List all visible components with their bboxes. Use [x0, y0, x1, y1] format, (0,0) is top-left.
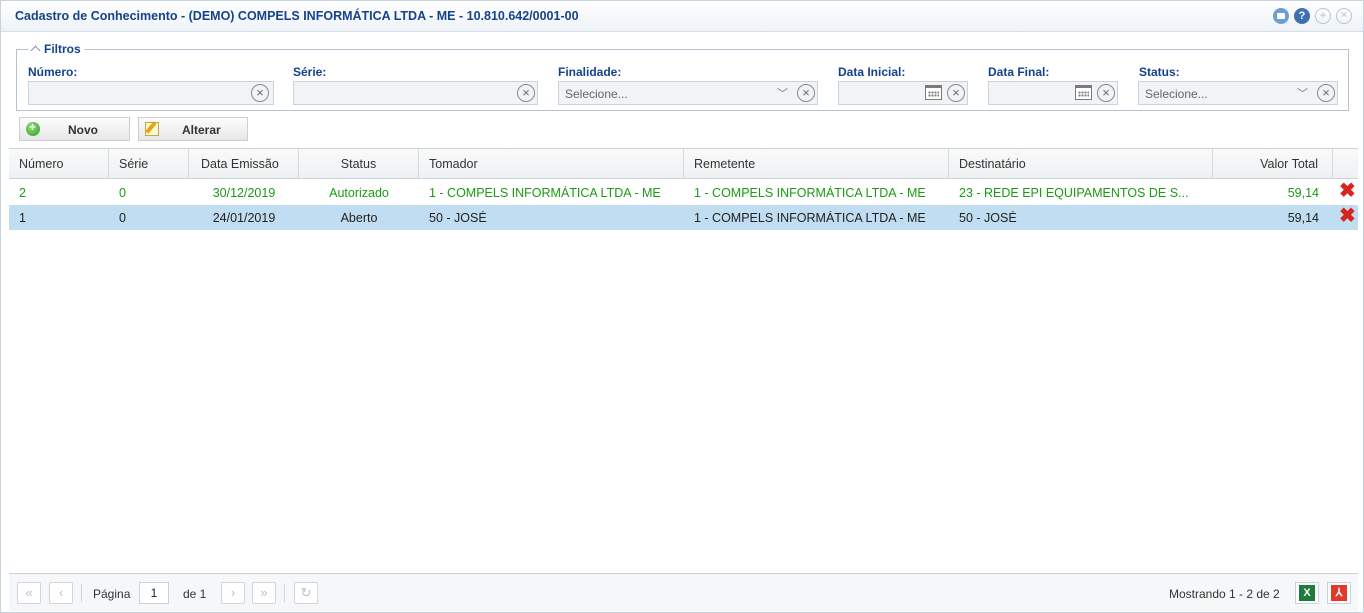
column-header-data-emissao[interactable]: Data Emissão	[189, 149, 299, 179]
column-header-destinatario[interactable]: Destinatário	[949, 149, 1213, 179]
grid-header: Número Série Data Emissão Status Tomador…	[9, 149, 1358, 179]
numero-input[interactable]	[28, 81, 274, 105]
records-summary: Mostrando 1 - 2 de 2	[1169, 587, 1280, 601]
clear-serie-icon[interactable]: ×	[517, 84, 535, 102]
cell-valor-total: 59,14	[1287, 211, 1319, 225]
export-pdf-button[interactable]: ⅄	[1327, 582, 1351, 604]
help-icon[interactable]: ?	[1294, 8, 1310, 24]
novo-button[interactable]: Novo	[19, 117, 130, 141]
cell-tomador: 50 - JOSÉ	[429, 211, 487, 225]
cell-remetente: 1 - COMPELS INFORMÁTICA LTDA - ME	[694, 186, 926, 200]
data-inicial-label: Data Inicial:	[838, 65, 906, 79]
filters-legend[interactable]: Filtros	[29, 42, 84, 56]
column-header-status[interactable]: Status	[299, 149, 419, 179]
chevron-down-icon[interactable]: ﹀	[777, 85, 788, 101]
cell-valor-total: 59,14	[1287, 186, 1319, 200]
collapse-arrow-icon[interactable]	[30, 45, 41, 56]
cell-remetente: 1 - COMPELS INFORMÁTICA LTDA - ME	[694, 211, 926, 225]
table-row[interactable]: 1 0 24/01/2019 Aberto 50 - JOSÉ 1 - COMP…	[9, 205, 1358, 230]
status-label: Status:	[1139, 65, 1180, 79]
page-label: Página	[93, 587, 131, 601]
title-bar: Cadastro de Conhecimento - (DEMO) COMPEL…	[1, 1, 1363, 32]
delete-icon[interactable]: ✖	[1339, 206, 1356, 226]
clear-data-inicial-icon[interactable]: ×	[947, 84, 965, 102]
clear-data-final-icon[interactable]: ×	[1097, 84, 1115, 102]
separator	[81, 584, 82, 602]
next-page-icon[interactable]: ›	[221, 582, 245, 604]
pdf-icon: ⅄	[1331, 585, 1347, 601]
cell-serie: 0	[119, 186, 126, 200]
data-grid: Número Série Data Emissão Status Tomador…	[9, 148, 1358, 573]
column-header-serie[interactable]: Série	[109, 149, 189, 179]
column-header-remetente[interactable]: Remetente	[684, 149, 949, 179]
column-header-tomador[interactable]: Tomador	[419, 149, 684, 179]
chevron-down-icon[interactable]: ﹀	[1297, 85, 1308, 101]
move-icon[interactable]: +	[1315, 8, 1331, 24]
window-title: Cadastro de Conhecimento - (DEMO) COMPEL…	[15, 9, 579, 23]
calendar-icon[interactable]	[925, 85, 942, 100]
cell-destinatario: 50 - JOSÉ	[959, 211, 1017, 225]
excel-icon: X	[1299, 585, 1315, 601]
clear-numero-icon[interactable]: ×	[251, 84, 269, 102]
first-page-icon[interactable]: «	[17, 582, 41, 604]
data-final-label: Data Final:	[988, 65, 1050, 79]
cell-status: Aberto	[340, 211, 378, 225]
novo-label: Novo	[68, 123, 98, 137]
cell-serie: 0	[119, 211, 126, 225]
cell-data-emissao: 24/01/2019	[212, 211, 276, 225]
serie-label: Série:	[293, 65, 327, 79]
column-header-valor-total[interactable]: Valor Total	[1213, 149, 1333, 179]
page-count-label: de 1	[183, 587, 207, 601]
edit-icon	[145, 122, 159, 136]
serie-input[interactable]	[293, 81, 538, 105]
alterar-button[interactable]: Alterar	[138, 117, 248, 141]
numero-label: Número:	[28, 65, 78, 79]
cell-tomador: 1 - COMPELS INFORMÁTICA LTDA - ME	[429, 186, 661, 200]
finalidade-label: Finalidade:	[558, 65, 622, 79]
separator	[284, 584, 285, 602]
status-select[interactable]: Selecione...	[1138, 81, 1338, 105]
close-icon[interactable]: ×	[1336, 8, 1352, 24]
window: Cadastro de Conhecimento - (DEMO) COMPEL…	[0, 0, 1364, 613]
previous-page-icon[interactable]: ‹	[49, 582, 73, 604]
delete-icon[interactable]: ✖	[1339, 181, 1356, 201]
calendar-icon[interactable]	[1075, 85, 1092, 100]
column-header-numero[interactable]: Número	[9, 149, 109, 179]
last-page-icon[interactable]: »	[252, 582, 276, 604]
alterar-label: Alterar	[182, 123, 221, 137]
cell-numero: 1	[19, 211, 26, 225]
filters-legend-label: Filtros	[44, 42, 81, 56]
export-excel-button[interactable]: X	[1295, 582, 1319, 604]
cell-numero: 2	[19, 186, 26, 200]
cell-data-emissao: 30/12/2019	[212, 186, 276, 200]
table-row[interactable]: 2 0 30/12/2019 Autorizado 1 - COMPELS IN…	[9, 180, 1358, 205]
cell-destinatario: 23 - REDE EPI EQUIPAMENTOS DE S...	[959, 186, 1189, 200]
clear-finalidade-icon[interactable]: ×	[797, 84, 815, 102]
pagination-bar: « ‹ Página 1 de 1 › » ↻ Mostrando 1 - 2 …	[9, 573, 1358, 611]
cell-status: Autorizado	[329, 186, 389, 200]
add-icon	[26, 120, 40, 136]
restore-icon[interactable]	[1273, 8, 1289, 24]
refresh-icon[interactable]: ↻	[294, 582, 318, 604]
page-number-input[interactable]: 1	[139, 582, 169, 604]
clear-status-icon[interactable]: ×	[1317, 84, 1335, 102]
